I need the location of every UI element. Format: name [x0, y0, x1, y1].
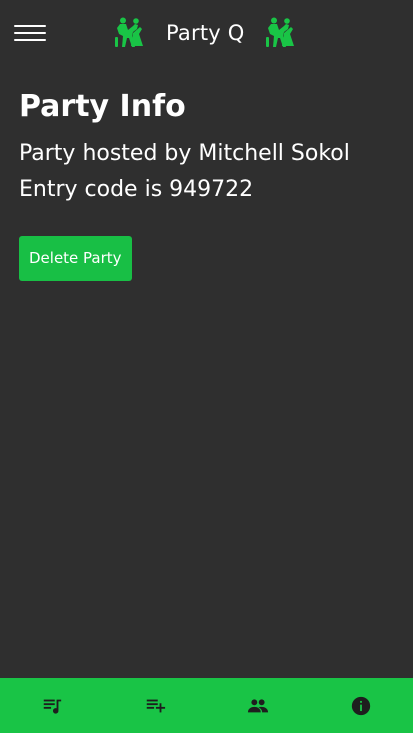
party-details: Party hosted by Mitchell Sokol Entry cod…: [19, 136, 394, 208]
delete-party-button[interactable]: Delete Party: [19, 236, 132, 281]
menu-line: [14, 25, 46, 27]
page-title: Party Info: [19, 89, 186, 124]
people-icon: [248, 698, 269, 712]
info-icon: [352, 696, 371, 715]
app-header: Party Q: [0, 0, 413, 66]
app-title: Party Q: [166, 21, 245, 45]
menu-line: [14, 39, 46, 41]
nav-party-info[interactable]: [310, 678, 413, 733]
nav-add-songs[interactable]: [103, 678, 206, 733]
hamburger-menu-icon[interactable]: [14, 25, 46, 42]
playlist-add-icon: [146, 699, 165, 712]
app-root: Party Q Party Info Party hosted by Mitch…: [0, 0, 413, 733]
dancing-couple-icon: [115, 17, 143, 47]
menu-line: [14, 32, 46, 34]
nav-queue[interactable]: [0, 678, 103, 733]
bottom-navigation: [0, 678, 413, 733]
brand: Party Q: [113, 15, 298, 51]
queue-music-icon: [43, 699, 61, 714]
entry-code-line: Entry code is 949722: [19, 177, 254, 202]
dancing-couple-icon: [265, 17, 294, 47]
nav-guests[interactable]: [207, 678, 310, 733]
host-line: Party hosted by Mitchell Sokol: [19, 141, 350, 166]
party-info-content: Party Info Party hosted by Mitchell Soko…: [19, 66, 394, 281]
